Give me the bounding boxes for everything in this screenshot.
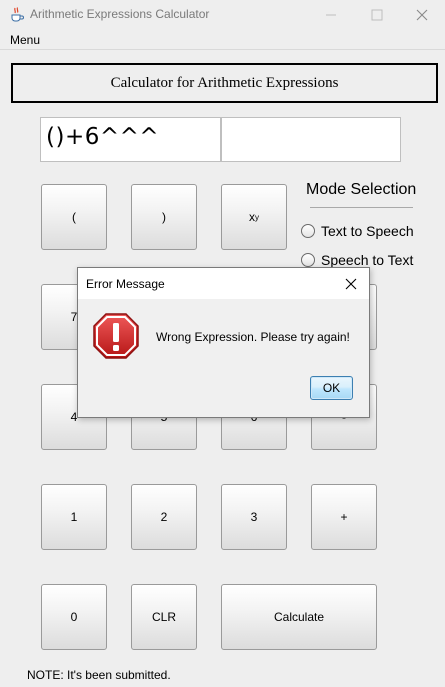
text-to-speech-label: Text to Speech	[321, 223, 414, 239]
window-titlebar: Arithmetic Expressions Calculator	[0, 0, 445, 30]
power-exp-label: y	[255, 212, 259, 222]
menubar: Menu	[0, 30, 445, 50]
maximize-button[interactable]	[354, 0, 400, 30]
result-display[interactable]	[221, 117, 401, 162]
ok-button[interactable]: OK	[310, 376, 353, 400]
error-octagon-icon	[92, 312, 140, 364]
status-note: NOTE: It's been submitted.	[27, 668, 171, 682]
mode-selection-title: Mode Selection	[306, 181, 417, 198]
open-paren-button[interactable]: (	[41, 184, 107, 250]
zero-button[interactable]: 0	[41, 584, 107, 650]
minimize-icon	[326, 14, 336, 16]
text-to-speech-radio[interactable]	[301, 224, 315, 238]
close-icon	[345, 278, 357, 289]
calculate-button[interactable]: Calculate	[221, 584, 377, 650]
page-title: Calculator for Arithmetic Expressions	[11, 63, 438, 103]
mode-divider	[310, 207, 413, 208]
close-icon	[416, 9, 428, 21]
maximize-icon	[371, 9, 383, 21]
plus-button[interactable]: +	[311, 484, 377, 550]
expression-display[interactable]: ()+6^^^	[40, 117, 221, 162]
three-button[interactable]: 3	[221, 484, 287, 550]
two-button[interactable]: 2	[131, 484, 197, 550]
expression-text: ()+6^^^	[46, 124, 160, 150]
dialog-message: Wrong Expression. Please try again!	[156, 330, 350, 344]
speech-to-text-label: Speech to Text	[321, 252, 414, 268]
dialog-title: Error Message	[86, 277, 165, 291]
window-title: Arithmetic Expressions Calculator	[30, 7, 210, 21]
dialog-close-button[interactable]	[333, 268, 369, 299]
one-button[interactable]: 1	[41, 484, 107, 550]
minimize-button[interactable]	[308, 0, 354, 30]
power-button[interactable]: xy	[221, 184, 287, 250]
java-cup-icon	[9, 6, 25, 22]
error-dialog: Error Message Wrong Expression. Please t…	[77, 267, 370, 418]
speech-to-text-option[interactable]: Speech to Text	[301, 252, 413, 268]
close-window-button[interactable]	[399, 0, 445, 30]
clear-button[interactable]: CLR	[131, 584, 197, 650]
text-to-speech-option[interactable]: Text to Speech	[301, 223, 414, 239]
dialog-titlebar: Error Message	[78, 268, 369, 299]
menu-item-menu[interactable]: Menu	[10, 33, 40, 47]
speech-to-text-radio[interactable]	[301, 253, 315, 267]
close-paren-button[interactable]: )	[131, 184, 197, 250]
